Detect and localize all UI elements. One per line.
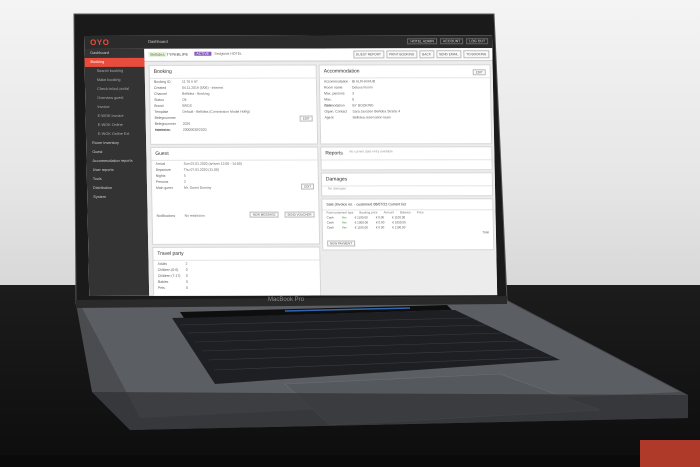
accommodation-panel: Accommodation Accommodation BI ALPHA/HUB …	[318, 64, 493, 145]
booking-panel: Booking Booking ID 11 76 A 97 Created 04.1…	[148, 64, 319, 145]
top-nav-account[interactable]: ACCOUNT	[439, 38, 464, 45]
to-booking-button[interactable]: TO BOOKING	[463, 50, 490, 59]
back-button[interactable]: BACK	[419, 50, 435, 59]
sidebar-item-room-inventory[interactable]: Room Inventory	[86, 139, 146, 148]
booking-row: Invoice no. 20000030/2020	[154, 127, 207, 132]
hotel-name: Sedgwick HOTEL	[214, 51, 243, 56]
sidebar-item-user-reports[interactable]: User reports	[87, 166, 147, 175]
new-payment-button[interactable]: NEW PAYMENT	[327, 240, 356, 247]
booking-toolbar: Bellidea TYPEBLIPE ACTIVE Sedgwick HOTEL…	[144, 48, 493, 62]
travel-party-panel: Travel party Adults 2 Children (0-6) 0 Chi…	[152, 246, 322, 297]
sale-panel: Sale (Invoice no. - customer) 08/07/22 C…	[321, 198, 495, 251]
sidebar-item-booking[interactable]: Booking	[84, 57, 145, 67]
sidebar-item-checkin-portal[interactable]: Check-in/out portal	[85, 85, 145, 94]
laptop-model-label: MacBook Pro	[268, 297, 305, 303]
front-edge	[92, 392, 688, 430]
sidebar-item-make-booking[interactable]: Make booking	[85, 76, 145, 85]
sale-total: Total	[482, 230, 489, 235]
guest-row: Main guest Mr. Guest Dummy	[156, 185, 212, 190]
sidebar: Dashboard Booking Search booking Make bo…	[84, 48, 150, 296]
reports-note: No current data entry available	[349, 149, 393, 154]
accommodation-panel-title: Accommodation	[319, 65, 490, 79]
toolbar-actions: GUEST REPORT PRINT BOOKING BACK SEND EMA…	[352, 50, 490, 59]
accommodation-edit-button[interactable]: EDIT	[472, 69, 486, 76]
main-content: Bellidea TYPEBLIPE ACTIVE Sedgwick HOTEL…	[144, 48, 498, 297]
laptop-screen: OYO Dashboard HOTEL ADMIN ACCOUNT LOG OU…	[84, 35, 498, 297]
send-voucher-button[interactable]: SEND VOUCHER	[284, 211, 315, 218]
sidebar-item-ewok-online-ext[interactable]: E-WOK Online Ext	[86, 130, 146, 139]
top-navigation: HOTEL ADMIN ACCOUNT LOG OUT	[407, 38, 489, 45]
status-badge: ACTIVE	[194, 51, 212, 56]
guest-panel: Guest Arrival Sun 02.01.2020 (arrives 12:…	[150, 146, 321, 245]
booking-name: TYPEBLIPE	[166, 51, 189, 57]
accommodation-row: Agent Bellidea reservation team	[324, 115, 391, 120]
guest-panel-title: Guest	[151, 147, 318, 161]
breadcrumb[interactable]: Dashboard	[148, 39, 168, 44]
top-nav-hotel-admin[interactable]: HOTEL ADMIN	[407, 38, 438, 45]
app-topbar: OYO Dashboard HOTEL ADMIN ACCOUNT LOG OU…	[84, 35, 493, 49]
sale-panel-title: Sale (Invoice no. - customer) 08/07/22 C…	[322, 199, 493, 211]
sidebar-item-overview-guest[interactable]: Overview guest	[85, 94, 145, 103]
sidebar-item-tools[interactable]: Tools	[87, 175, 147, 184]
sale-table: Room payment type Booking price Amount Bal…	[323, 210, 494, 235]
booking-panel-title: Booking	[149, 65, 316, 79]
reports-panel: Reports No current data entry available	[320, 146, 493, 171]
send-email-button[interactable]: SEND EMAIL	[435, 50, 462, 59]
guest-edit-button[interactable]: EDIT	[301, 183, 315, 190]
sidebar-item-accommodation-reports[interactable]: Accommodation reports	[86, 157, 146, 166]
sidebar-item-guest[interactable]: Guest	[86, 148, 146, 157]
sidebar-item-distribution[interactable]: Distribution	[87, 184, 147, 193]
guest-report-button[interactable]: GUEST REPORT	[352, 50, 385, 59]
new-message-button[interactable]: NEW MESSAGE	[249, 211, 279, 218]
sidebar-item-dashboard[interactable]: Dashboard	[84, 49, 144, 58]
print-booking-button[interactable]: PRINT BOOKING	[385, 50, 418, 59]
booking-edit-button[interactable]: EDIT	[299, 115, 313, 122]
sidebar-item-ewok-invoice[interactable]: E-WOK Invoice	[86, 112, 146, 121]
booking-id-badge: Bellidea	[148, 51, 167, 57]
app-logo[interactable]: OYO	[90, 38, 109, 47]
damages-note: No damages	[328, 186, 347, 191]
sidebar-item-search-booking[interactable]: Search booking	[85, 67, 145, 76]
top-nav-logout[interactable]: LOG OUT	[466, 38, 489, 45]
sidebar-item-system[interactable]: System	[87, 193, 147, 202]
sidebar-item-invoice[interactable]: Invoice	[85, 103, 145, 112]
travel-party-panel-title: Travel party	[153, 247, 320, 261]
travel-party-row: Pets 0	[158, 285, 188, 290]
damages-panel: Damages No damages	[320, 172, 494, 197]
sidebar-item-ewok-online[interactable]: E-WOK Online	[86, 121, 146, 130]
